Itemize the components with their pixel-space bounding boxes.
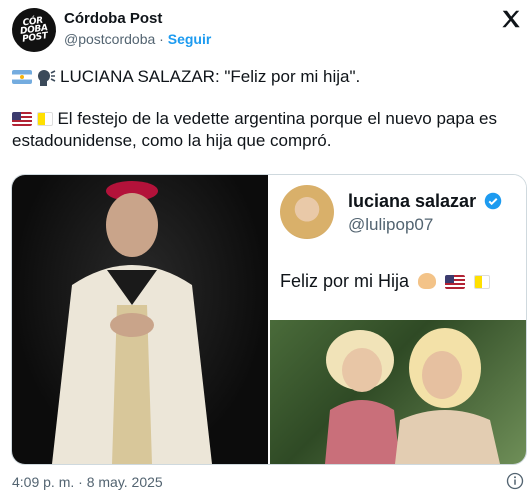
headline-text: LUCIANA SALAZAR: "Feliz por mi hija". [60,67,361,86]
tweet-line-1: LUCIANA SALAZAR: "Feliz por mi hija". [12,66,520,88]
argentina-flag-icon [12,70,32,84]
embedded-name: luciana salazar [348,191,477,211]
account-name[interactable]: Córdoba Post [64,10,162,27]
info-icon[interactable] [506,472,524,490]
us-flag-icon [445,275,466,289]
body-text: El festejo de la vedette argentina porqu… [12,109,497,150]
timestamp[interactable]: 4:09 p. m. · 8 may. 2025 [12,474,163,490]
separator-dot: · [159,31,164,47]
embedded-handle: @lulipop07 [348,215,434,234]
avatar-logo-text: CÓR DOBA POST [19,15,49,45]
follow-button[interactable]: Seguir [168,31,212,47]
avatar[interactable]: CÓR DOBA POST [9,5,59,55]
mother-daughter-photo[interactable] [270,320,526,464]
vatican-flag-icon [36,112,53,126]
account-handle[interactable]: @postcordoba [64,31,155,47]
clapping-hands-icon [418,273,437,289]
embedded-avatar [280,185,334,239]
handle-row: @postcordoba · Seguir [64,31,211,47]
embedded-text: Feliz por mi Hija [280,271,410,291]
embedded-post-screenshot[interactable]: luciana salazar @lulipop07 Feliz por mi … [270,175,526,318]
vatican-flag-icon [474,275,491,289]
tweet-line-2: El festejo de la vedette argentina porqu… [12,108,520,152]
x-logo-icon[interactable] [500,8,522,30]
media-grid[interactable]: luciana salazar @lulipop07 Feliz por mi … [11,174,527,465]
cardinal-photo[interactable] [12,175,268,464]
us-flag-icon [12,112,32,126]
tweet-text: LUCIANA SALAZAR: "Feliz por mi hija". El… [12,66,520,152]
cardinal-illustration [52,181,212,464]
tweet-header: CÓR DOBA POST Córdoba Post @postcordoba … [9,5,524,55]
embedded-text-row: Feliz por mi Hija [280,271,491,292]
speaking-head-icon [38,70,56,86]
verified-badge-icon [484,192,502,210]
mother-daughter-illustration [325,328,500,464]
